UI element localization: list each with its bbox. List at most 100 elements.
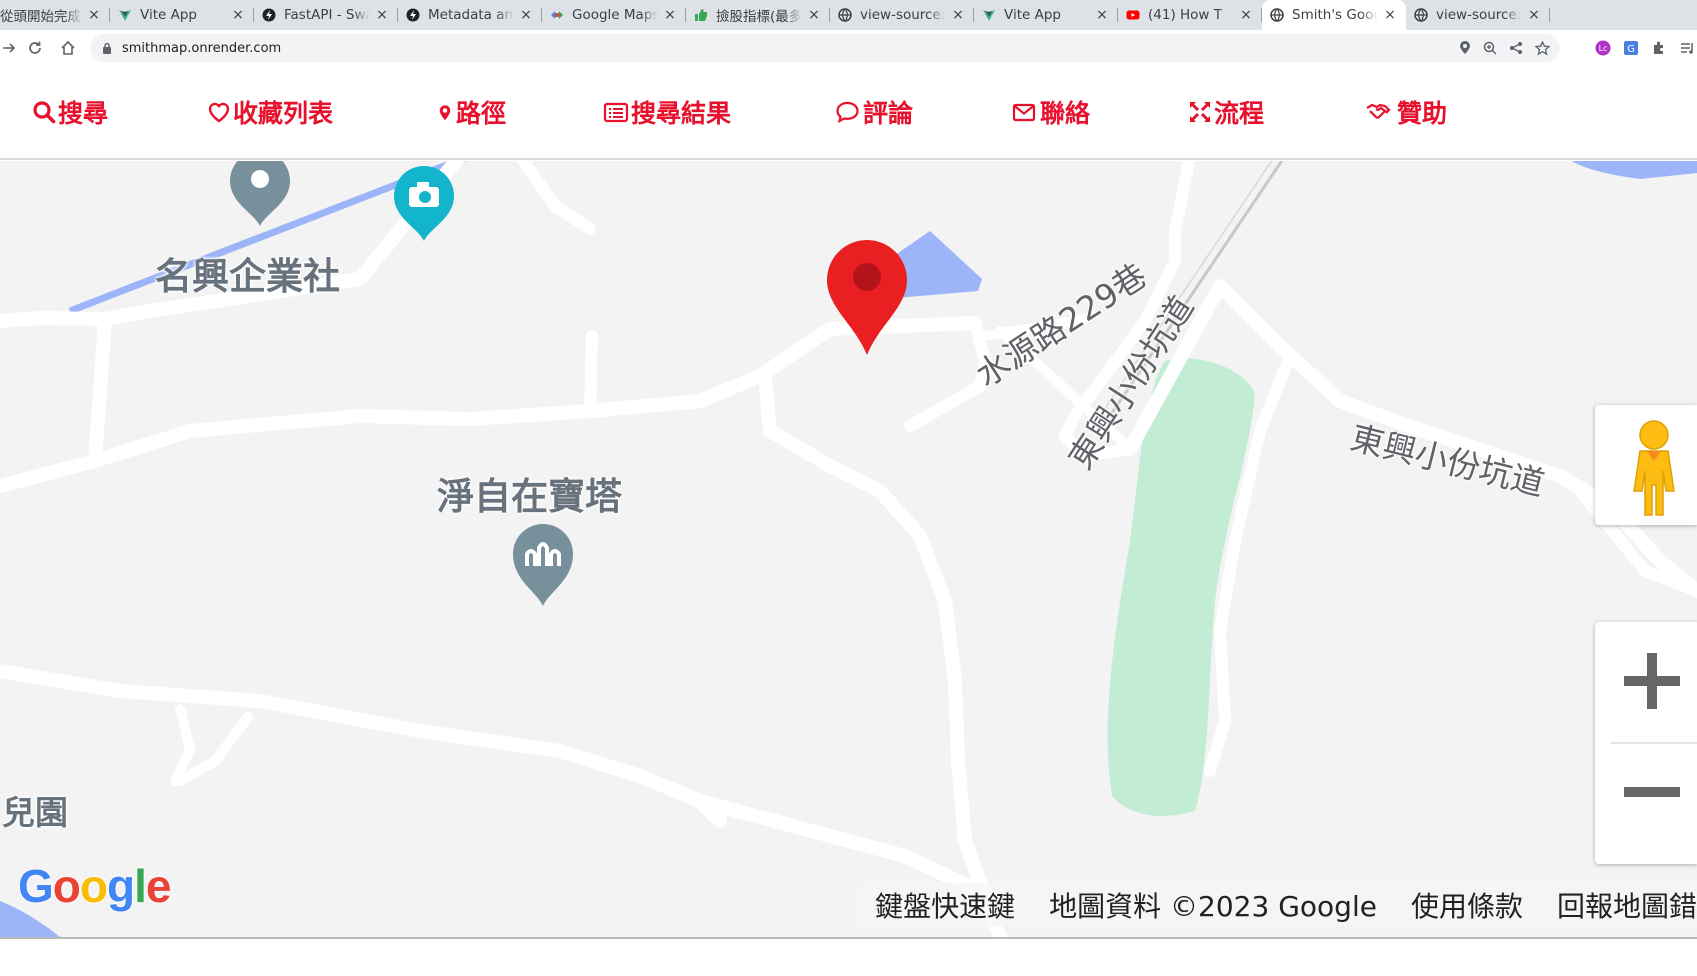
nav-favorites[interactable]: 收藏列表 xyxy=(207,96,333,128)
terms-link[interactable]: 使用條款 xyxy=(1394,885,1540,925)
tab-close-icon[interactable]: × xyxy=(86,7,102,23)
list-icon xyxy=(603,102,629,123)
zoom-in-button[interactable] xyxy=(1595,622,1697,742)
browser-tab[interactable]: view-source: × xyxy=(1406,0,1550,30)
poi-pin-pagoda xyxy=(513,524,573,606)
tab-close-icon[interactable]: × xyxy=(806,7,822,23)
google-map[interactable]: 名興企業社 淨自在寶塔 水源路229巷 東興小份坑道 東興小份坑道 兒園 東 G… xyxy=(0,161,1697,937)
street-view-control[interactable] xyxy=(1595,405,1697,525)
bookmark-star-icon[interactable] xyxy=(1535,40,1550,56)
globe-icon xyxy=(1270,8,1284,22)
selected-location-marker xyxy=(827,240,907,355)
tab-title: Vite App xyxy=(140,7,197,23)
nav-contact[interactable]: 聯絡 xyxy=(1010,96,1090,128)
tab-close-icon[interactable]: × xyxy=(662,7,678,23)
arrows-expand-icon xyxy=(1189,101,1211,123)
url-text: smithmap.onrender.com xyxy=(122,40,282,56)
map-data-text: 地圖資料 ©2023 Google xyxy=(1049,890,1377,923)
tab-close-icon[interactable]: × xyxy=(1382,7,1398,23)
svg-text:G: G xyxy=(1627,44,1635,55)
nav-label: 流程 xyxy=(1214,99,1265,128)
comment-icon xyxy=(836,101,859,124)
tab-title: Google Maps xyxy=(572,7,658,23)
nav-label: 評論 xyxy=(863,99,914,128)
reload-button[interactable] xyxy=(20,33,50,63)
globe-icon xyxy=(838,8,852,22)
logo-letter: e xyxy=(145,860,172,912)
tab-close-icon[interactable]: × xyxy=(1094,7,1110,23)
logo-letter: l xyxy=(134,860,147,912)
tab-close-icon[interactable]: × xyxy=(950,7,966,23)
puzzle-icon[interactable] xyxy=(1651,40,1667,56)
poi-label-company[interactable]: 名興企業社 xyxy=(155,246,340,300)
arrow-right-icon xyxy=(3,43,16,53)
report-error-link[interactable]: 回報地圖錯 xyxy=(1540,885,1697,925)
water-corner xyxy=(1571,161,1697,179)
browser-tab[interactable]: view-source: × xyxy=(830,0,974,30)
lock-icon xyxy=(103,42,111,54)
poi-pin-gray xyxy=(230,161,290,226)
nav-search-results[interactable]: 搜尋結果 xyxy=(603,96,731,128)
location-icon[interactable] xyxy=(1459,41,1471,55)
zoom-out-button[interactable] xyxy=(1595,744,1697,864)
site-navigation: 搜尋 收藏列表 路徑 搜尋結果 評論 聯絡 流程 贊助 xyxy=(0,66,1697,160)
nav-reviews[interactable]: 評論 xyxy=(834,96,913,128)
tab-close-icon[interactable]: × xyxy=(1238,7,1254,23)
page-bottom xyxy=(0,937,1697,976)
nav-search[interactable]: 搜尋 xyxy=(32,96,108,128)
map-pin-icon xyxy=(439,105,451,121)
vite-icon xyxy=(118,8,132,22)
reload-icon xyxy=(29,41,41,54)
tab-title: Metadata and xyxy=(428,7,514,23)
nav-label: 搜尋結果 xyxy=(631,99,732,128)
envelope-icon xyxy=(1012,103,1036,122)
thumbs-up-icon xyxy=(694,8,708,22)
extension-lc-icon[interactable]: Lc xyxy=(1595,40,1611,56)
browser-tab[interactable]: Vite App × xyxy=(974,0,1118,30)
poi-label-pagoda[interactable]: 淨自在寶塔 xyxy=(437,466,622,520)
browser-toolbar: smithmap.onrender.com Lc G xyxy=(0,30,1697,66)
poi-label-corner-left: 兒園 xyxy=(2,793,68,832)
google-maps-icon xyxy=(550,8,564,22)
browser-tab[interactable]: Metadata and × xyxy=(398,0,542,30)
logo-letter: G xyxy=(18,860,54,912)
media-playlist-icon[interactable] xyxy=(1679,40,1695,56)
tab-close-icon[interactable]: × xyxy=(230,7,246,23)
nav-label: 聯絡 xyxy=(1040,99,1091,128)
search-icon xyxy=(33,101,56,124)
tab-close-icon[interactable]: × xyxy=(1526,7,1542,23)
globe-icon xyxy=(1414,8,1428,22)
browser-tab[interactable]: 撿股指標(最多 × xyxy=(686,0,830,30)
browser-tab[interactable]: Vite App × xyxy=(110,0,254,30)
browser-tab[interactable]: Smith's Goog × xyxy=(1262,0,1406,30)
browser-tab[interactable]: (41) How T × xyxy=(1118,0,1262,30)
keyboard-shortcuts-link[interactable]: 鍵盤快速鍵 xyxy=(858,885,1032,925)
minus-icon xyxy=(1624,787,1680,797)
share-icon[interactable] xyxy=(1509,41,1523,55)
handshake-icon xyxy=(1366,103,1391,119)
nav-route[interactable]: 路徑 xyxy=(436,96,506,128)
tab-close-icon[interactable]: × xyxy=(374,7,390,23)
browser-tab-strip: 從頭開始完成 × Vite App × FastAPI - Swa × Metadata a… xyxy=(0,0,1697,30)
fastapi-icon xyxy=(262,8,276,22)
nav-sponsor[interactable]: 贊助 xyxy=(1361,96,1447,128)
google-logo[interactable]: Google xyxy=(18,859,172,913)
browser-tab[interactable]: 從頭開始完成 × xyxy=(0,0,110,30)
home-icon xyxy=(61,40,75,55)
nav-label: 收藏列表 xyxy=(233,99,334,128)
logo-letter: o xyxy=(52,860,81,912)
nav-label: 贊助 xyxy=(1397,99,1448,128)
browser-tab[interactable]: FastAPI - Swa × xyxy=(254,0,398,30)
youtube-icon xyxy=(1126,8,1140,22)
zoom-icon[interactable] xyxy=(1483,41,1497,55)
home-button[interactable] xyxy=(53,33,83,63)
browser-tab[interactable]: Google Maps × xyxy=(542,0,686,30)
nav-flow[interactable]: 流程 xyxy=(1188,96,1264,128)
tab-close-icon[interactable]: × xyxy=(518,7,534,23)
tab-title: Smith's Goog xyxy=(1292,7,1378,23)
map-attribution: 鍵盤快速鍵 地圖資料 ©2023 Google 使用條款 回報地圖錯 xyxy=(858,883,1697,927)
address-bar[interactable]: smithmap.onrender.com xyxy=(90,34,1560,62)
heart-icon xyxy=(208,102,230,123)
tab-title: FastAPI - Swa xyxy=(284,7,370,23)
translate-icon[interactable]: G xyxy=(1623,40,1639,56)
